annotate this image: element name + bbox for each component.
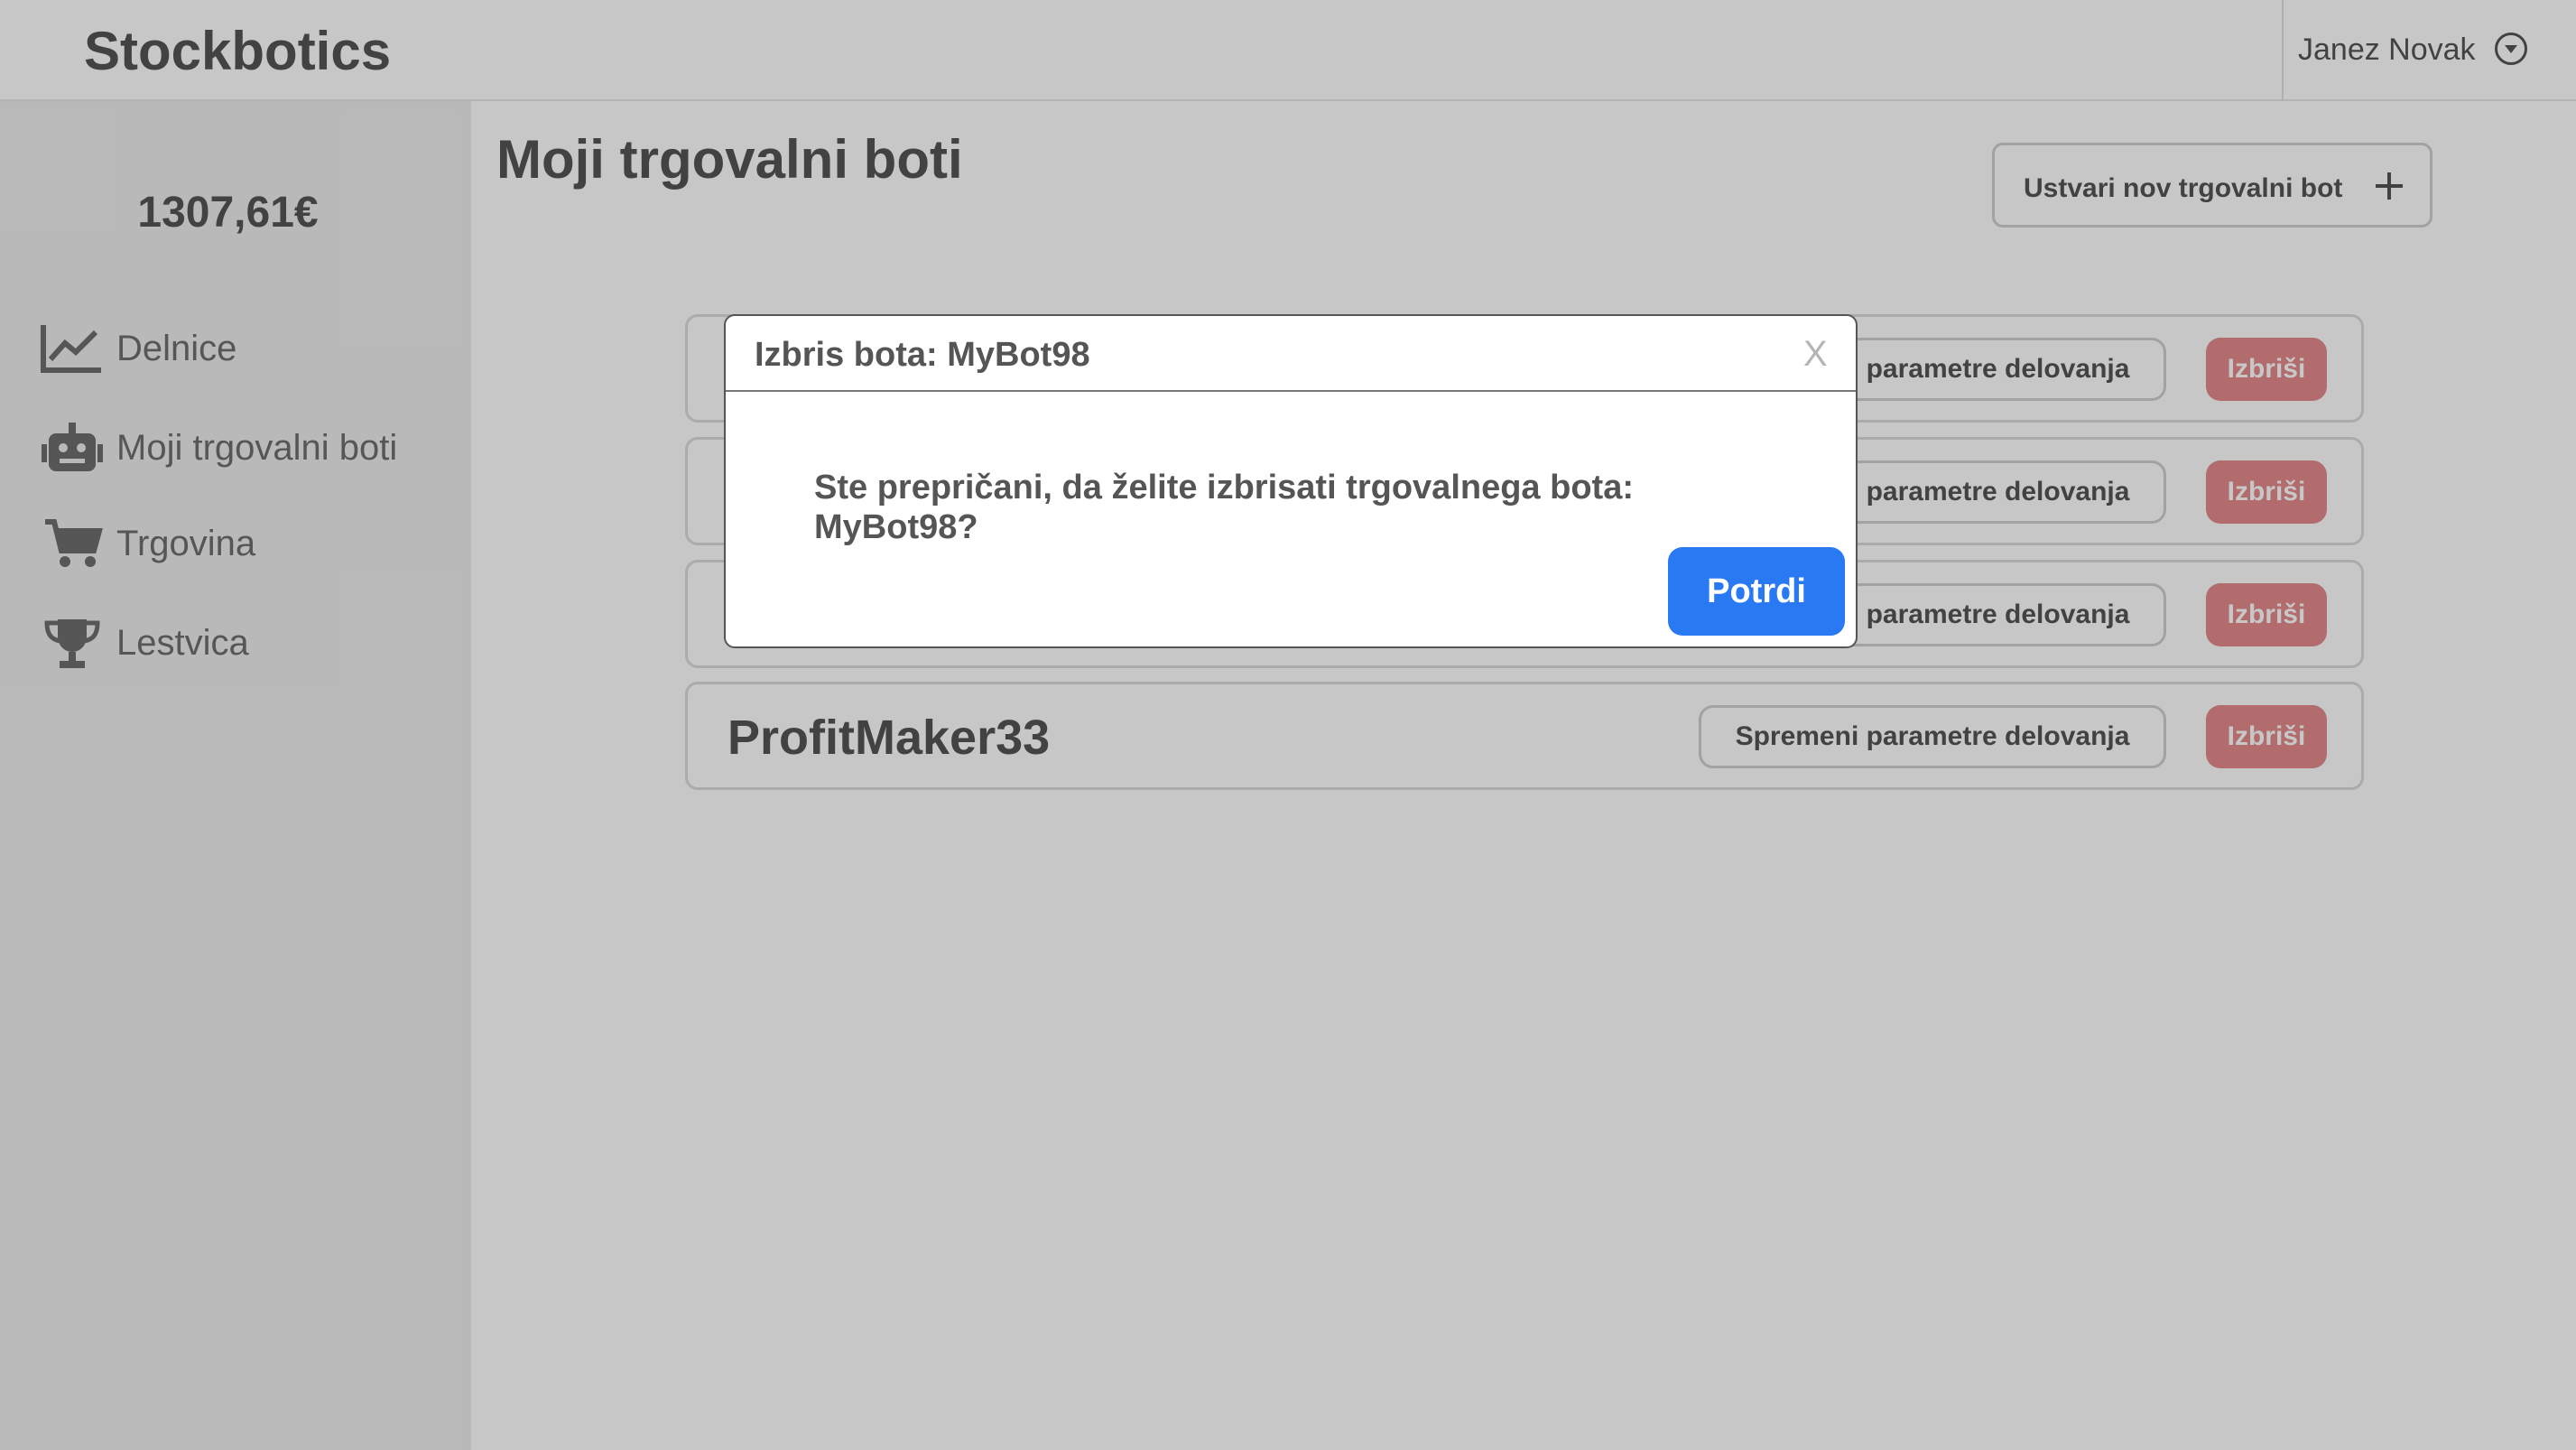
modal-backdrop[interactable] (0, 0, 2576, 1450)
delete-confirm-dialog: Izbris bota: MyBot98 X Ste prepričani, d… (724, 314, 1858, 648)
dialog-message: Ste prepričani, da želite izbrisati trgo… (814, 469, 1634, 546)
confirm-button[interactable]: Potrdi (1668, 547, 1845, 636)
dialog-title: Izbris bota: MyBot98 (755, 336, 1090, 374)
close-icon[interactable]: X (1803, 334, 1828, 375)
dialog-header: Izbris bota: MyBot98 X (726, 316, 1856, 392)
